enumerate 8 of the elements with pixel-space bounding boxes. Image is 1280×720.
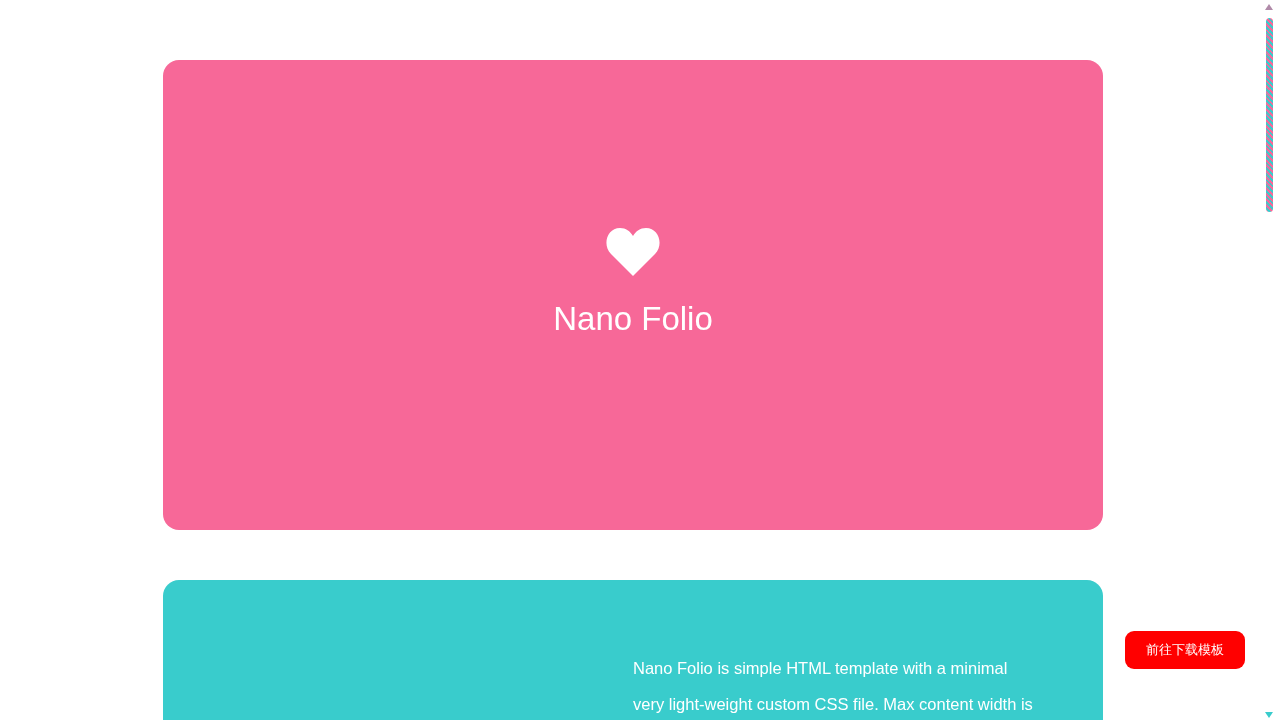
scroll-up-icon[interactable] (1265, 4, 1273, 10)
scrollbar-thumb[interactable] (1266, 18, 1273, 212)
text-line: very light-weight custom CSS file. Max content width is (633, 694, 1034, 715)
download-button[interactable]: 前往下载模板 (1125, 631, 1245, 669)
hero-title: Nano Folio (553, 300, 713, 338)
scroll-down-icon[interactable] (1265, 712, 1273, 718)
heart-icon (605, 228, 661, 276)
text-line: Nano Folio is simple HTML template with a minimal (633, 658, 1009, 679)
